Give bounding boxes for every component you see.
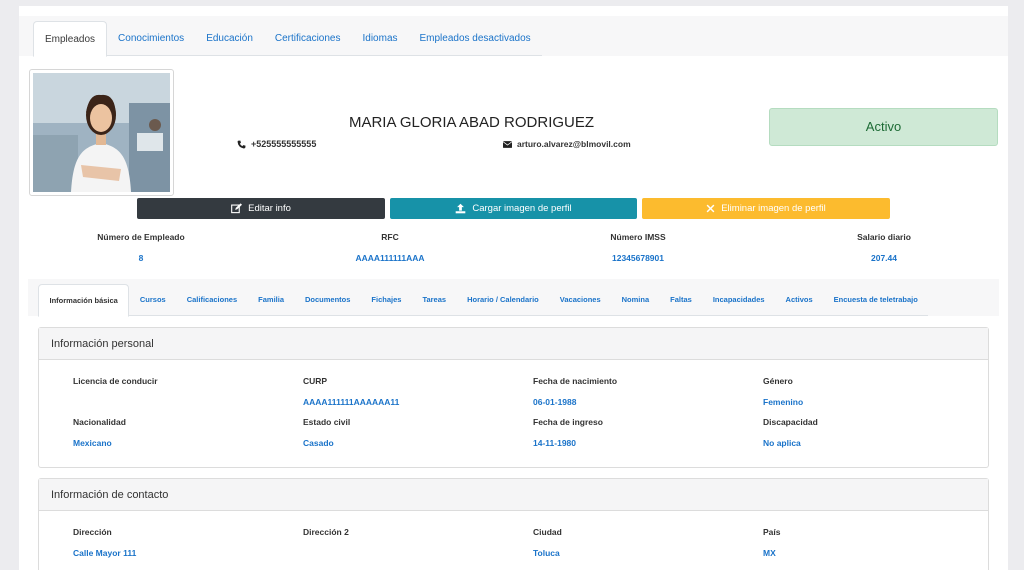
tab-empleados[interactable]: Empleados <box>33 21 108 57</box>
field-genero: Género Femenino <box>763 376 963 407</box>
field-ciudad: Ciudad Toluca <box>533 527 733 558</box>
detail-tabs: Información básica Cursos Calificaciones… <box>38 284 929 317</box>
field-value <box>303 548 503 558</box>
employee-email: arturo.alvarez@blmovil.com <box>503 139 631 149</box>
tab-tareas[interactable]: Tareas <box>412 284 457 315</box>
field-label: Dirección 2 <box>303 527 349 537</box>
field-value: MX <box>763 548 776 558</box>
delete-profile-image-button[interactable]: Eliminar imagen de perfil <box>642 198 890 219</box>
field-label: Género <box>763 376 793 386</box>
status-badge: Activo <box>769 108 998 146</box>
stat-value: AAAA111111AAA <box>355 253 425 263</box>
tab-documentos[interactable]: Documentos <box>295 284 361 315</box>
field-value: Casado <box>303 438 334 448</box>
stat-daily-salary: Salario diario 207.44 <box>784 232 984 263</box>
field-label: Fecha de ingreso <box>533 417 603 427</box>
personal-info-card: Información personal Licencia de conduci… <box>38 327 989 468</box>
tab-calificaciones[interactable]: Calificaciones <box>176 284 247 315</box>
stat-label: RFC <box>381 232 399 242</box>
stat-imss: Número IMSS 12345678901 <box>538 232 738 263</box>
tab-fichajes[interactable]: Fichajes <box>361 284 412 315</box>
tab-activos[interactable]: Activos <box>775 284 823 315</box>
field-licencia: Licencia de conducir <box>73 376 273 407</box>
field-fecha-ingreso: Fecha de ingreso 14-11-1980 <box>533 417 733 448</box>
employee-name: MARIA GLORIA ABAD RODRIGUEZ <box>348 114 595 131</box>
field-value: Mexicano <box>73 438 112 448</box>
field-pais: País MX <box>763 527 963 558</box>
upload-icon <box>456 203 466 214</box>
tab-horario-calendario[interactable]: Horario / Calendario <box>457 284 550 315</box>
field-value: Femenino <box>763 397 804 407</box>
field-label: Dirección <box>73 527 112 537</box>
stat-label: Número IMSS <box>610 232 666 242</box>
tab-vacaciones[interactable]: Vacaciones <box>549 284 611 315</box>
field-curp: CURP AAAA111111AAAAAA11 <box>303 376 503 407</box>
edit-icon <box>231 203 243 214</box>
phone-icon <box>237 140 246 148</box>
contact-info-title: Información de contacto <box>39 479 988 511</box>
top-tabbar: Empleados Conocimientos Educación Certif… <box>19 16 1008 57</box>
stat-employee-number: Número de Empleado 8 <box>41 232 241 263</box>
field-direccion-2: Dirección 2 <box>303 527 503 558</box>
stat-label: Número de Empleado <box>97 232 185 242</box>
employee-phone: +525555555555 <box>237 139 316 149</box>
tab-idiomas[interactable]: Idiomas <box>351 21 408 55</box>
tab-incapacidades[interactable]: Incapacidades <box>702 284 775 315</box>
tab-faltas[interactable]: Faltas <box>660 284 703 315</box>
field-label: Discapacidad <box>763 417 818 427</box>
field-value <box>73 397 273 407</box>
stat-rfc: RFC AAAA111111AAA <box>290 232 490 263</box>
field-discapacidad: Discapacidad No aplica <box>763 417 963 448</box>
envelope-icon <box>503 140 512 148</box>
email-address: arturo.alvarez@blmovil.com <box>517 139 631 149</box>
stat-value: 8 <box>138 253 144 263</box>
upload-profile-image-button[interactable]: Cargar imagen de perfil <box>390 198 637 219</box>
tab-encuesta-teletrabajo[interactable]: Encuesta de teletrabajo <box>823 284 928 315</box>
field-value: No aplica <box>763 438 801 448</box>
personal-info-title: Información personal <box>39 328 988 360</box>
field-label: Licencia de conducir <box>73 376 158 386</box>
tab-educacion[interactable]: Educación <box>195 21 264 55</box>
field-estado-civil: Estado civil Casado <box>303 417 503 448</box>
top-tabs: Empleados Conocimientos Educación Certif… <box>33 21 542 57</box>
tab-cursos[interactable]: Cursos <box>129 284 176 315</box>
field-label: País <box>763 527 781 537</box>
employee-stats: Número de Empleado 8 RFC AAAA111111AAA N… <box>19 232 1008 272</box>
tab-informacion-basica[interactable]: Información básica <box>38 284 130 317</box>
field-label: Ciudad <box>533 527 562 537</box>
tab-certificaciones[interactable]: Certificaciones <box>264 21 352 55</box>
field-label: Fecha de nacimiento <box>533 376 618 386</box>
profile-photo <box>29 69 174 196</box>
detail-tabbar: Información básica Cursos Calificaciones… <box>28 279 999 317</box>
edit-info-button[interactable]: Editar info <box>137 198 385 219</box>
field-direccion: Dirección Calle Mayor 111 <box>73 527 273 558</box>
field-value: AAAA111111AAAAAA11 <box>303 397 400 407</box>
edit-info-label: Editar info <box>248 203 291 214</box>
stat-value: 207.44 <box>871 253 897 263</box>
close-icon <box>706 204 715 213</box>
contact-info-card: Información de contacto Dirección Calle … <box>38 478 989 570</box>
tab-nomina[interactable]: Nomina <box>611 284 660 315</box>
stat-value: 12345678901 <box>611 253 664 263</box>
field-value: Calle Mayor 111 <box>73 548 137 558</box>
delete-profile-image-label: Eliminar imagen de perfil <box>721 203 826 214</box>
field-label: Nacionalidad <box>73 417 126 427</box>
tab-conocimientos[interactable]: Conocimientos <box>107 21 195 55</box>
upload-profile-image-label: Cargar imagen de perfil <box>472 203 572 214</box>
employee-panel: Empleados Conocimientos Educación Certif… <box>19 6 1008 570</box>
field-label: Estado civil <box>303 417 351 427</box>
tab-familia[interactable]: Familia <box>248 284 295 315</box>
stat-label: Salario diario <box>857 232 911 242</box>
field-label: CURP <box>303 376 328 386</box>
phone-number: +525555555555 <box>251 139 317 149</box>
tab-empleados-desactivados[interactable]: Empleados desactivados <box>409 21 542 55</box>
field-value: 14-11-1980 <box>533 438 577 448</box>
field-value: 06-01-1988 <box>533 397 577 407</box>
field-fecha-nacimiento: Fecha de nacimiento 06-01-1988 <box>533 376 733 407</box>
field-value: Toluca <box>533 548 560 558</box>
field-nacionalidad: Nacionalidad Mexicano <box>73 417 273 448</box>
